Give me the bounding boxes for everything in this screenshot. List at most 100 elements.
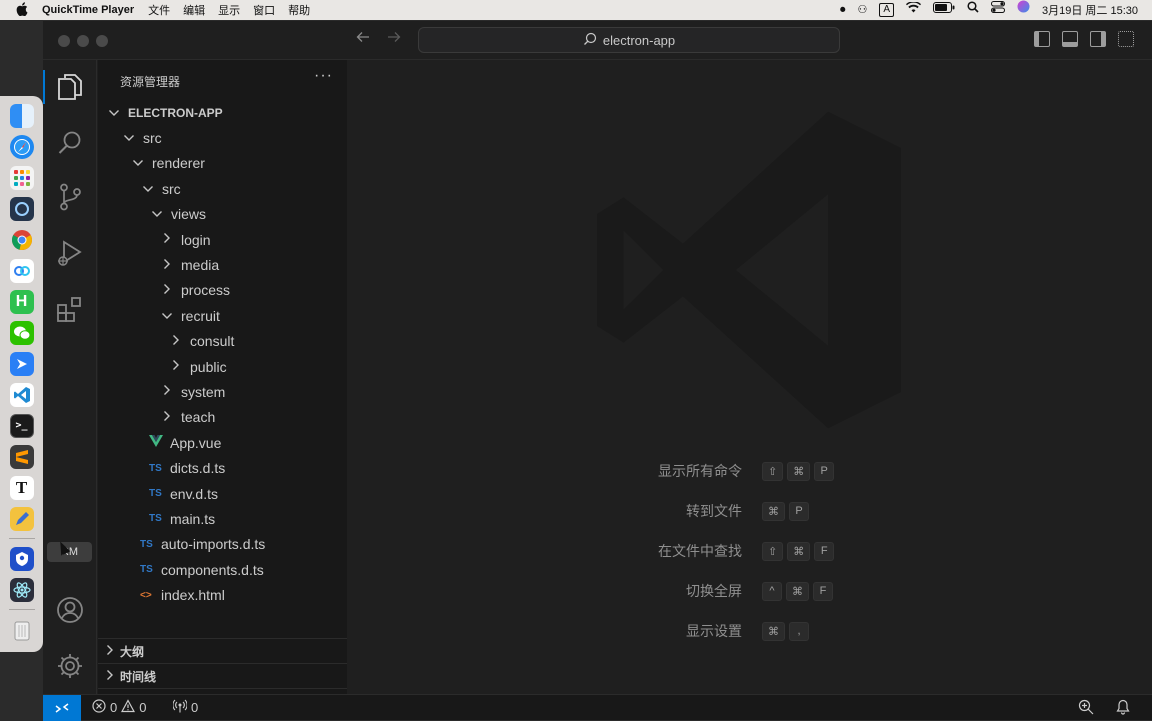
finder-icon[interactable] [9,103,34,128]
menu-view[interactable]: 显示 [218,2,240,18]
typescript-file-icon: TS [149,462,162,474]
tree-item-label: index.html [161,587,225,604]
record-icon[interactable]: ⏺ [840,0,846,20]
wechat-icon[interactable] [9,320,34,345]
warning-count: 0 [139,700,147,715]
rm-app-icon[interactable] [9,546,34,571]
vue-file-icon [149,435,163,450]
typora-icon[interactable]: T [9,475,34,500]
file-item[interactable]: TS components.d.ts [98,557,347,582]
run-and-debug-icon[interactable] [43,230,97,276]
folder-item[interactable]: process [98,278,347,303]
hbuilder-icon[interactable]: H [9,289,34,314]
feishu-icon[interactable] [9,351,34,376]
launchpad-icon[interactable] [9,165,34,190]
battery-icon[interactable] [933,0,955,20]
shortcut-entry[interactable]: 切换全屏 ^ ⌘ F [348,580,1152,602]
folder-item[interactable]: recruit [98,303,347,328]
manage-gear-icon[interactable] [43,643,97,689]
folder-item[interactable]: teach [98,405,347,430]
folder-item[interactable]: src [98,176,347,201]
remote-indicator[interactable] [43,695,81,721]
folder-item[interactable]: renderer [98,151,347,176]
close-window-button[interactable] [58,35,70,47]
forward-arrow-icon[interactable] [386,29,402,50]
proxy-app-icon[interactable] [9,196,34,221]
trash-icon[interactable] [10,618,34,642]
ports-indicator[interactable]: 0 [172,699,199,716]
menu-window[interactable]: 窗口 [253,2,275,18]
workspace-root[interactable]: ELECTRON-APP [98,100,347,125]
input-method-icon[interactable]: A [879,3,894,17]
toggle-secondary-sidebar-icon[interactable] [1090,31,1106,47]
file-item[interactable]: TS dicts.d.ts [98,455,347,480]
keycap: ⌘ [762,501,785,521]
siri-icon[interactable] [1017,0,1030,20]
more-actions-icon[interactable]: ··· [314,67,333,85]
status-bar: 0 0 0 [43,694,1152,721]
notifications-bell-icon[interactable] [1116,699,1130,715]
clock[interactable]: 3月19日 周二 15:30 [1042,2,1138,18]
ports-count: 0 [191,700,199,715]
chrome-icon[interactable] [10,228,34,252]
tree-item-label: consult [190,333,235,350]
folder-item[interactable]: system [98,379,347,404]
sublime-icon[interactable] [9,444,34,469]
file-item[interactable]: TS env.d.ts [98,481,347,506]
menu-edit[interactable]: 编辑 [183,2,205,18]
zoom-window-button[interactable] [96,35,108,47]
shortcut-entry[interactable]: 转到文件 ⌘ P [348,500,1152,522]
tree-item-label: auto-imports.d.ts [161,536,266,553]
search-icon[interactable] [967,0,979,20]
toggle-primary-sidebar-icon[interactable] [1034,31,1050,47]
apple-menu-icon[interactable] [16,1,30,19]
shortcut-entry[interactable]: 在文件中查找 ⇧ ⌘ F [348,540,1152,562]
folder-item[interactable]: media [98,252,347,277]
terminal-icon[interactable]: >_ [9,413,34,438]
file-item[interactable]: TS main.ts [98,506,347,531]
shortcut-entry[interactable]: 显示所有命令 ⇧ ⌘ P [348,460,1152,482]
minimize-window-button[interactable] [77,35,89,47]
search-view-icon[interactable] [43,120,97,166]
command-center-search[interactable]: electron-app [418,27,840,53]
back-arrow-icon[interactable] [355,29,371,50]
customize-layout-icon[interactable] [1118,31,1134,47]
folder-item[interactable]: consult [98,329,347,354]
problems-indicator[interactable]: 0 0 [92,699,146,716]
source-control-icon[interactable] [43,174,97,220]
baidu-netdisk-icon[interactable] [9,258,34,283]
keycap: ⌘ [787,461,811,481]
error-count: 0 [110,700,118,715]
zoom-icon[interactable] [1078,699,1094,715]
vscode-icon[interactable] [9,382,34,407]
toggle-panel-icon[interactable] [1062,31,1078,47]
menu-file[interactable]: 文件 [148,2,170,18]
tree-item-label: teach [181,409,216,426]
file-item[interactable]: TS auto-imports.d.ts [98,532,347,557]
explorer-icon[interactable] [43,64,97,110]
folder-item[interactable]: public [98,354,347,379]
pencil-app-icon[interactable] [9,506,34,531]
sidebar-section-header[interactable]: 时间线 [98,663,347,688]
wifi-icon[interactable] [906,0,921,20]
shortcut-label: 切换全屏 [686,583,742,599]
shortcut-entry[interactable]: 显示设置 ⌘, [348,620,1152,642]
sidebar-section-header[interactable]: 大纲 [98,638,347,663]
file-item[interactable]: <> index.html [98,582,347,607]
extensions-icon[interactable] [43,286,97,332]
menu-help[interactable]: 帮助 [288,2,310,18]
tree-item-label: login [181,231,211,248]
control-center-icon[interactable] [991,0,1005,20]
file-item[interactable]: App.vue [98,430,347,455]
dock-tooltip: RM [47,542,92,562]
folder-item[interactable]: views [98,202,347,227]
electron-icon[interactable] [9,577,34,602]
safari-icon[interactable] [9,134,34,159]
folder-item[interactable]: login [98,227,347,252]
folder-item[interactable]: src [98,125,347,150]
accounts-icon[interactable] [43,587,97,633]
activity-bar [43,60,97,694]
people-icon[interactable]: ⚇ [857,0,867,20]
app-menu[interactable]: QuickTime Player [42,4,134,16]
typescript-file-icon: TS [140,564,153,576]
